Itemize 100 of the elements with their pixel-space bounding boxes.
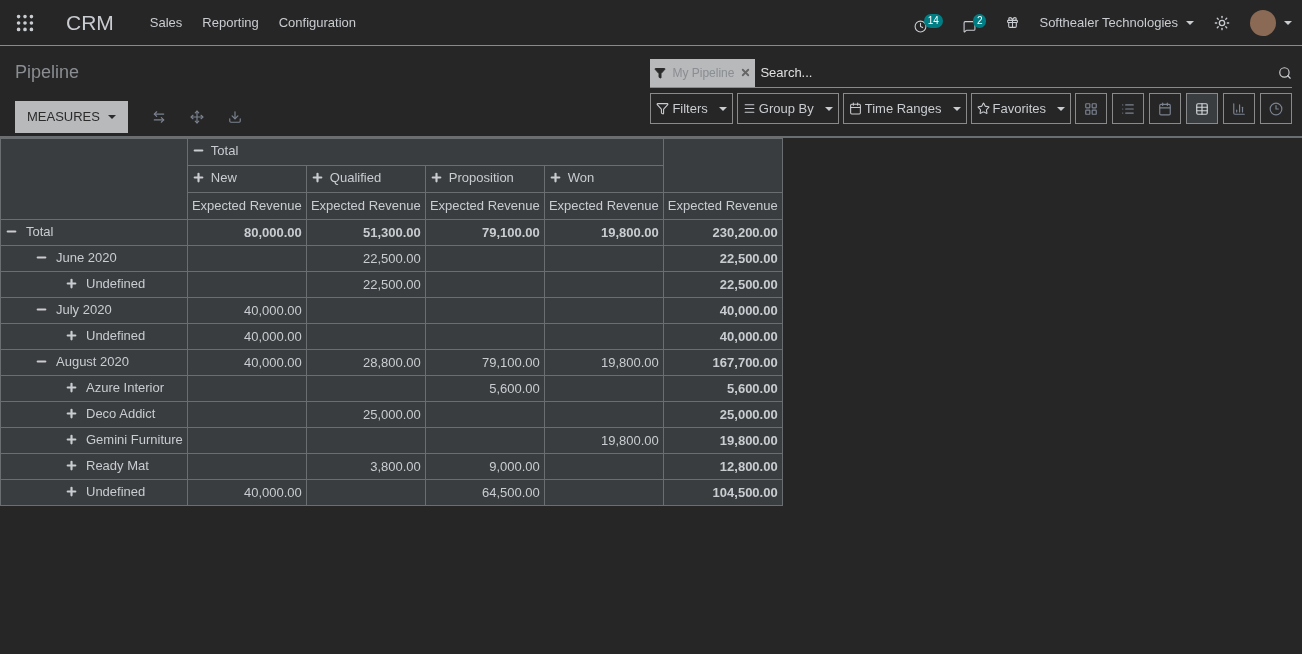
clock-icon [1269, 101, 1283, 116]
row-header[interactable]: Undefined [0, 323, 188, 350]
total-cell: 230,200.00 [663, 219, 783, 246]
menu-item[interactable]: Reporting [202, 12, 259, 33]
search-field[interactable]: Search... [760, 62, 1278, 83]
row-header[interactable]: August 2020 [0, 349, 188, 376]
download-icon[interactable] [227, 110, 242, 124]
expand-icon[interactable] [65, 276, 78, 290]
menu-item[interactable]: Sales [149, 12, 183, 33]
row-header[interactable]: July 2020 [0, 297, 188, 324]
caret-icon [1186, 20, 1194, 25]
expand-icon[interactable] [548, 171, 562, 185]
total-cell: 104,500.00 [663, 479, 783, 506]
table-cell: 79,100.00 [425, 349, 545, 376]
view-switch-button[interactable] [1112, 93, 1144, 124]
view-switch-button[interactable] [1075, 93, 1107, 124]
bar-chart-icon [1232, 101, 1246, 116]
row-header[interactable]: Ready Mat [0, 453, 188, 480]
table-cell: 51,300.00 [306, 219, 426, 246]
view-switch-button[interactable] [1186, 93, 1218, 124]
filter-icon [654, 66, 667, 79]
caret-icon [824, 106, 833, 111]
caret-icon [1284, 20, 1292, 25]
view-switch-button[interactable] [1149, 93, 1181, 124]
column-header[interactable]: Total [187, 138, 664, 166]
search-option-button[interactable]: Group By [736, 93, 839, 124]
table-cell: 40,000.00 [187, 349, 307, 376]
column-header[interactable]: Qualified [306, 165, 426, 193]
calendar-icon [1158, 101, 1172, 116]
row-header[interactable]: Deco Addict [0, 401, 188, 428]
count-badge: 2 [972, 14, 987, 28]
expand-icon[interactable] [65, 432, 78, 446]
column-header[interactable]: Proposition [425, 165, 545, 193]
total-cell: 40,000.00 [663, 323, 783, 350]
company-switcher[interactable]: Softhealer Technologies [1039, 12, 1194, 33]
expand-icon[interactable] [65, 458, 78, 472]
measure-header: Expected Revenue [663, 192, 783, 220]
table-cell: 19,800.00 [544, 427, 664, 454]
close-icon[interactable] [740, 67, 752, 78]
table-cell: 3,800.00 [306, 453, 426, 480]
caret-icon [718, 106, 727, 111]
table-cell: 25,000.00 [306, 401, 426, 428]
total-cell: 19,800.00 [663, 427, 783, 454]
total-cell: 22,500.00 [663, 271, 783, 298]
grid-icon [1084, 101, 1098, 116]
measures-button[interactable]: MEASURES [15, 101, 128, 133]
total-cell: 12,800.00 [663, 453, 783, 480]
flip-axis-icon[interactable] [151, 110, 166, 124]
expand-icon[interactable] [310, 171, 324, 185]
total-cell: 22,500.00 [663, 245, 783, 272]
gift-icon[interactable] [1006, 16, 1020, 29]
filter-icon [656, 102, 670, 115]
table-cell: 80,000.00 [187, 219, 307, 246]
table-cell: 40,000.00 [187, 297, 307, 324]
expand-icon[interactable] [429, 171, 443, 185]
page-title: Pipeline [15, 61, 81, 84]
expand-all-icon[interactable] [189, 110, 204, 124]
sun-icon[interactable] [1214, 14, 1230, 31]
row-header[interactable]: Undefined [0, 479, 188, 506]
messages-button[interactable]: 2 [962, 12, 987, 33]
view-switch-button[interactable] [1260, 93, 1292, 124]
avatar [1250, 9, 1276, 36]
table-cell: 64,500.00 [425, 479, 545, 506]
calendar-icon [848, 102, 862, 115]
table-cell: 28,800.00 [306, 349, 426, 376]
row-header[interactable]: Gemini Furniture [0, 427, 188, 454]
expand-icon[interactable] [65, 406, 78, 420]
search-option-button[interactable]: Time Ranges [842, 93, 967, 124]
row-header[interactable]: June 2020 [0, 245, 188, 272]
table-cell: 19,800.00 [544, 219, 664, 246]
search-option-button[interactable]: Filters [650, 93, 733, 124]
clock-icon [913, 20, 927, 33]
activity-button[interactable]: 14 [913, 12, 943, 33]
column-header[interactable]: New [187, 165, 307, 193]
table-icon [1195, 101, 1209, 116]
menu-item[interactable]: Configuration [278, 12, 357, 33]
caret-icon [107, 115, 116, 119]
row-header[interactable]: Undefined [0, 271, 188, 298]
table-cell: 9,000.00 [425, 453, 545, 480]
table-cell: 22,500.00 [306, 245, 426, 272]
row-header[interactable]: Azure Interior [0, 375, 188, 402]
table-cell: 22,500.00 [306, 271, 426, 298]
total-cell: 5,600.00 [663, 375, 783, 402]
list-icon [1121, 101, 1135, 116]
measure-header: Expected Revenue [306, 192, 426, 220]
expand-icon[interactable] [65, 328, 78, 342]
count-badge: 14 [923, 14, 943, 28]
search-icon[interactable] [1278, 65, 1292, 80]
measure-header: Expected Revenue [425, 192, 545, 220]
search-option-button[interactable]: Favorites [970, 93, 1071, 124]
table-cell: 40,000.00 [187, 479, 307, 506]
caret-icon [1057, 106, 1065, 111]
app-name: CRM [66, 9, 114, 36]
table-cell: 79,100.00 [425, 219, 545, 246]
expand-icon[interactable] [65, 380, 78, 394]
expand-icon[interactable] [65, 484, 78, 498]
user-menu[interactable] [1250, 9, 1292, 36]
row-header[interactable]: Total [0, 219, 188, 246]
view-switch-button[interactable] [1223, 93, 1255, 124]
expand-icon[interactable] [191, 171, 205, 185]
